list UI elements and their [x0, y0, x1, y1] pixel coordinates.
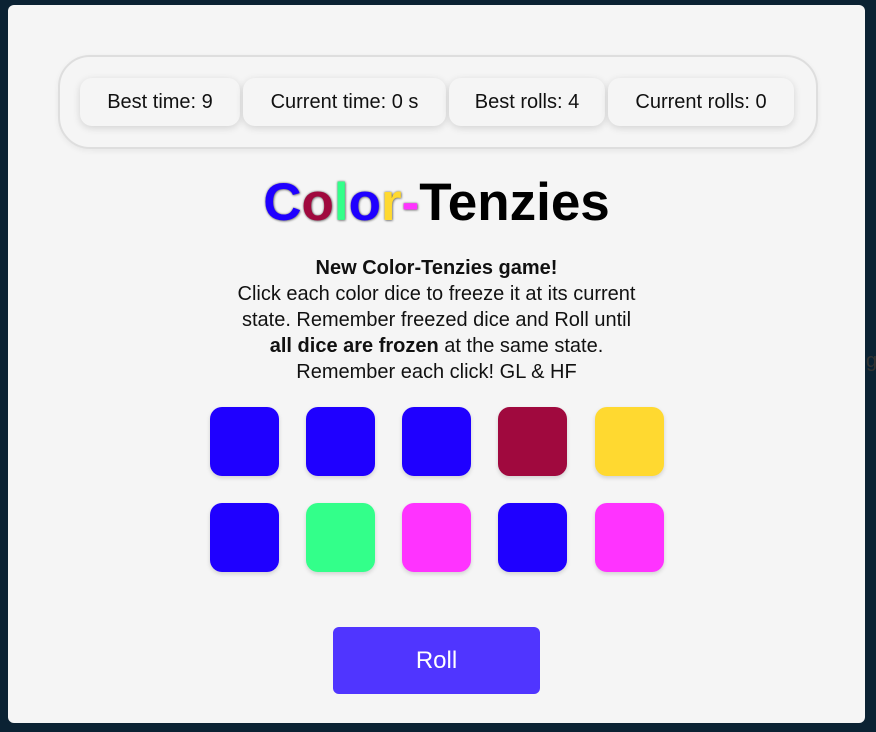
description-bold: all dice are frozen	[269, 335, 439, 357]
title-letter: o	[348, 173, 381, 232]
title-rest: Tenzies	[419, 173, 610, 232]
title-letter: r	[381, 173, 402, 232]
die[interactable]	[210, 407, 279, 476]
clipped-text: g	[866, 350, 876, 372]
best-time-stat: Best time: 9	[80, 78, 240, 126]
title-letter: l	[333, 173, 349, 232]
current-time-stat: Current time: 0 s	[243, 78, 446, 126]
die[interactable]	[402, 407, 471, 476]
description-heading: New Color-Tenzies game!	[315, 257, 558, 279]
description-line: Click each color dice to freeze it at it…	[237, 283, 636, 305]
description-line: Remember each click! GL & HF	[296, 361, 577, 383]
stats-bar: Best time: 9 Current time: 0 s Best roll…	[58, 55, 818, 149]
title-letter: -	[401, 173, 420, 232]
die[interactable]	[595, 407, 664, 476]
game-description: New Color-Tenzies game! Click each color…	[8, 255, 865, 385]
roll-button[interactable]: Roll	[333, 627, 540, 694]
die[interactable]	[402, 503, 471, 572]
die[interactable]	[210, 503, 279, 572]
die[interactable]	[306, 503, 375, 572]
die[interactable]	[498, 503, 567, 572]
die[interactable]	[498, 407, 567, 476]
die[interactable]	[595, 503, 664, 572]
game-title: Color-Tenzies	[8, 168, 865, 238]
game-card: Best time: 9 Current time: 0 s Best roll…	[8, 5, 865, 723]
current-rolls-stat: Current rolls: 0	[608, 78, 794, 126]
die[interactable]	[306, 407, 375, 476]
best-rolls-stat: Best rolls: 4	[449, 78, 605, 126]
title-letter: C	[263, 173, 302, 232]
description-line: state. Remember freezed dice and Roll un…	[241, 309, 632, 331]
title-letter: o	[301, 173, 334, 232]
description-line: at the same state.	[438, 335, 604, 357]
